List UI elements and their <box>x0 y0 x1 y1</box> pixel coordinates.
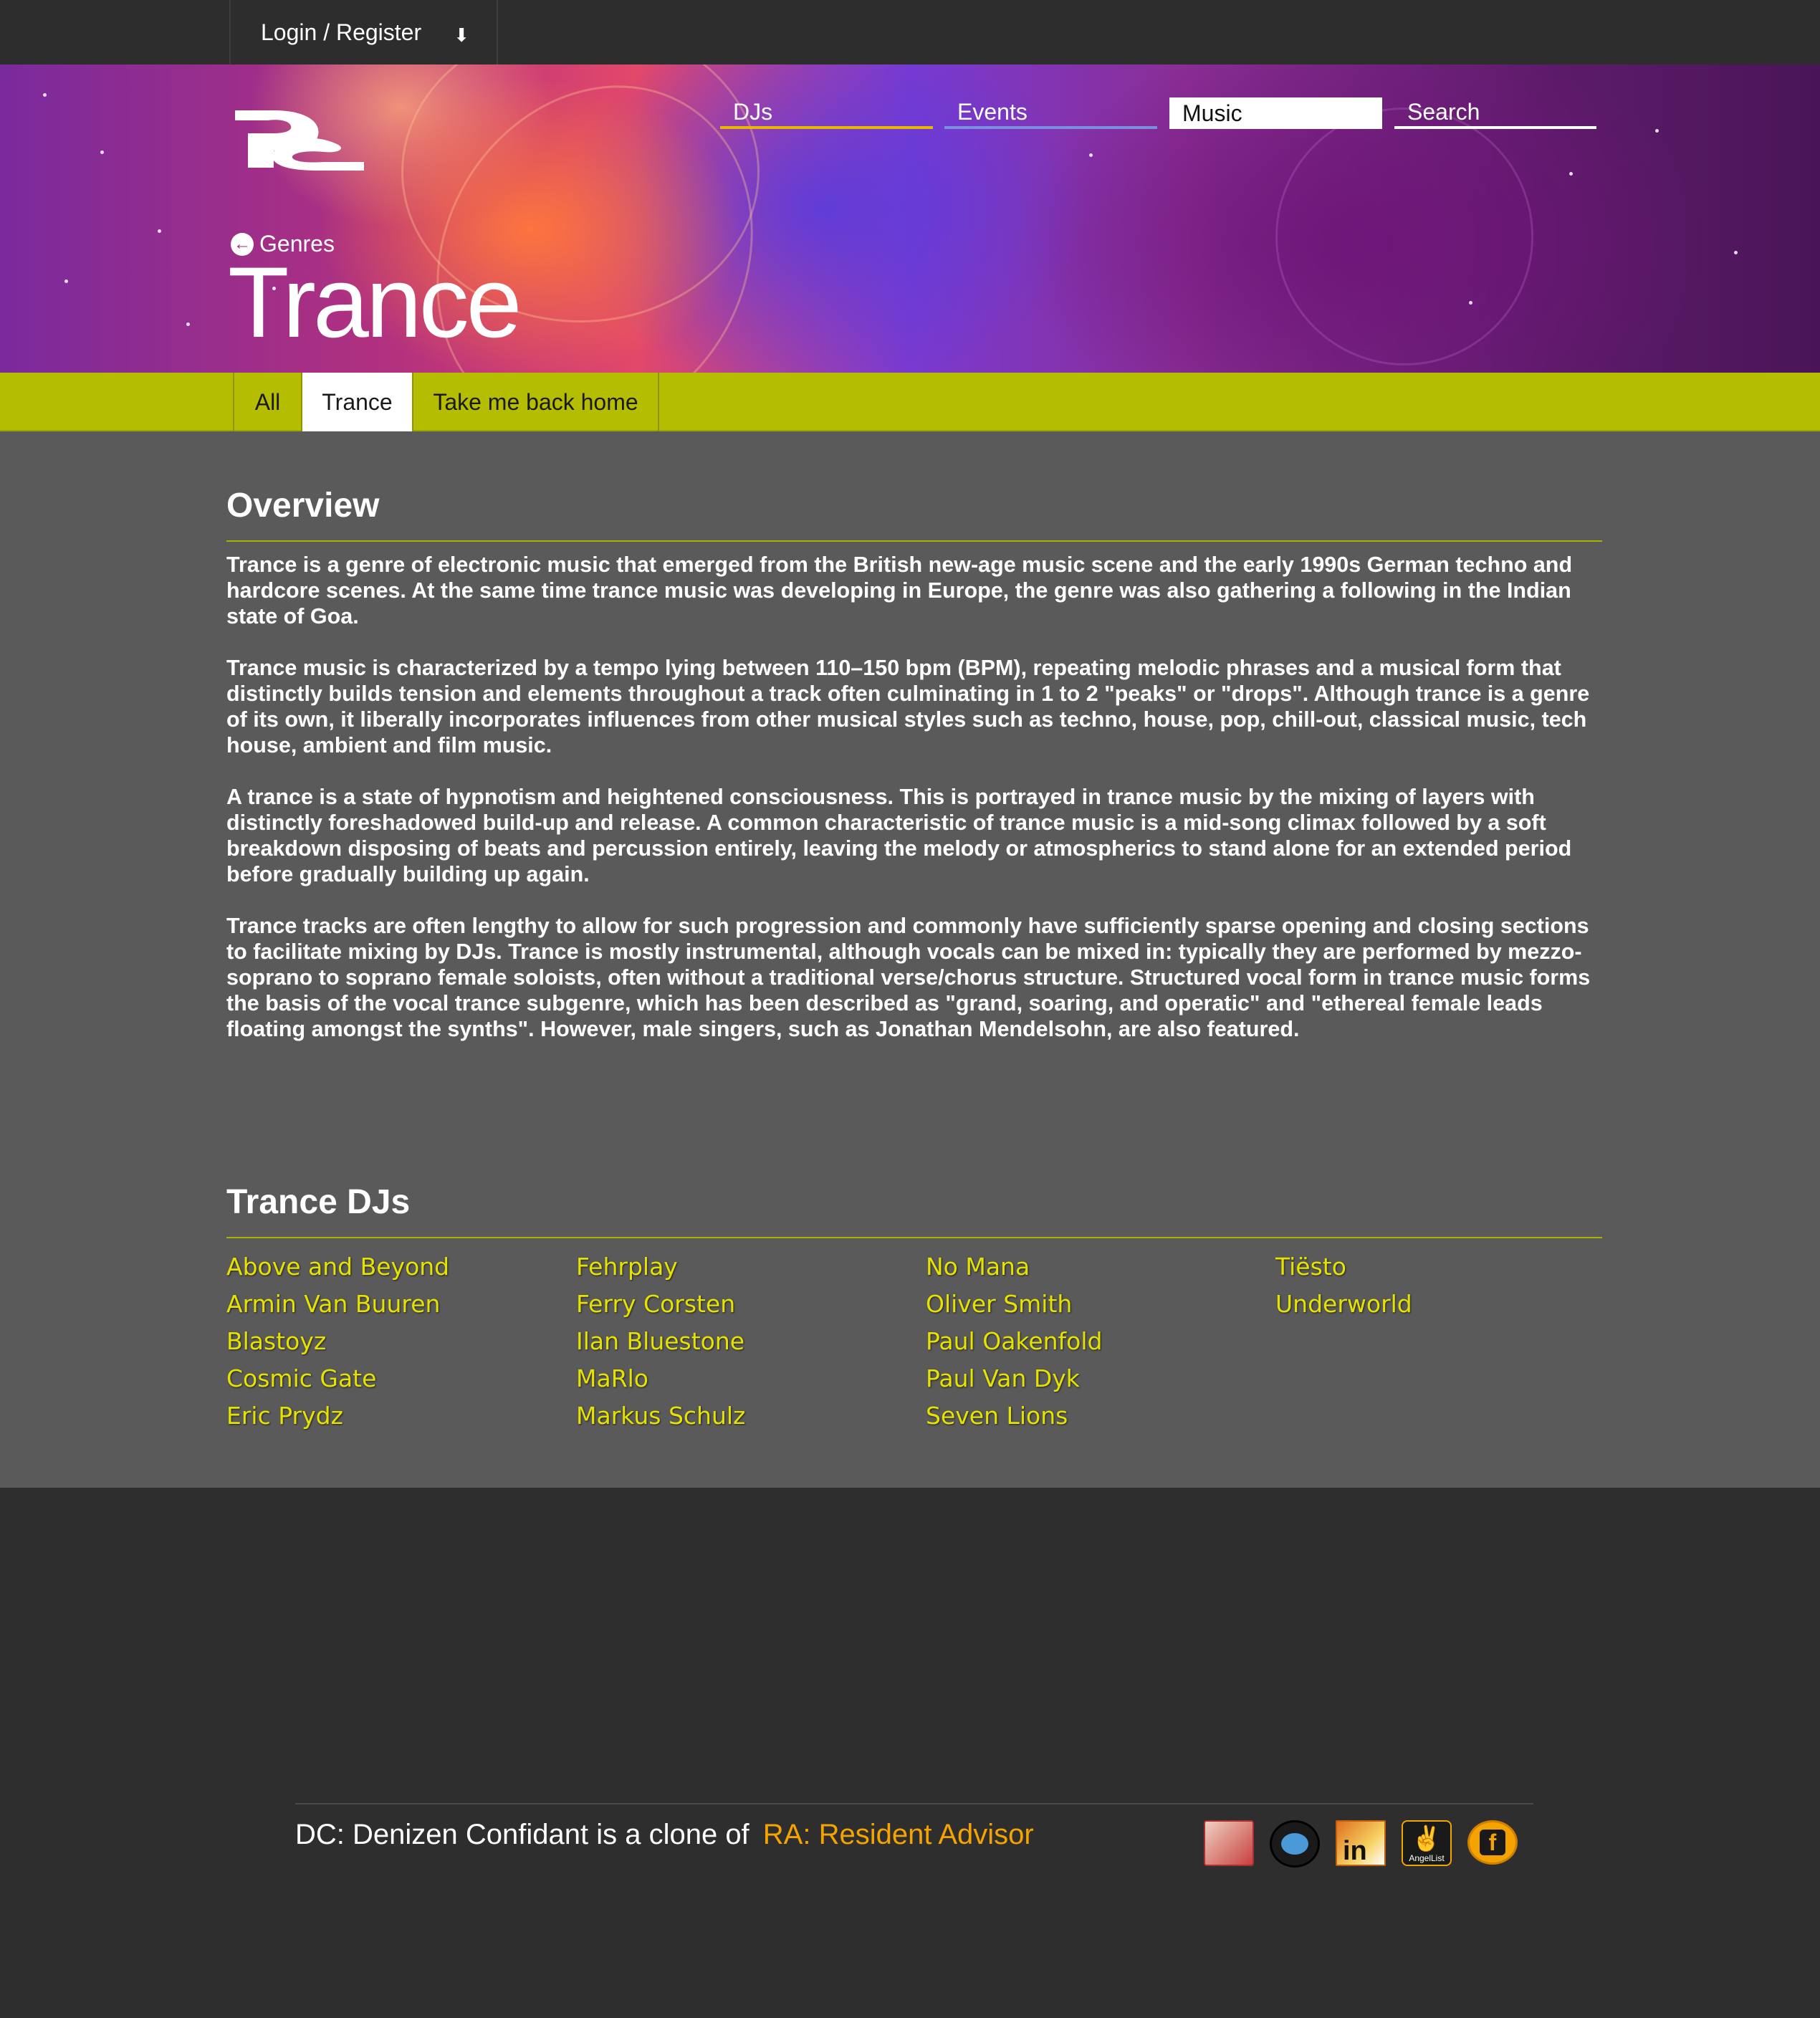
overview-heading: Overview <box>226 487 380 525</box>
dj-link[interactable]: No Mana <box>926 1248 1103 1286</box>
linkedin-icon[interactable]: in <box>1336 1820 1386 1866</box>
dj-link[interactable]: Eric Prydz <box>226 1397 449 1435</box>
dj-link[interactable]: Ilan Bluestone <box>576 1323 745 1360</box>
facebook-icon[interactable]: f <box>1467 1820 1518 1865</box>
dj-column: No Mana Oliver Smith Paul Oakenfold Paul… <box>926 1248 1103 1435</box>
login-register-button[interactable]: Login / Register ⬇ <box>229 0 498 64</box>
overview-text: Trance is a genre of electronic music th… <box>226 552 1602 1068</box>
dj-link[interactable]: Markus Schulz <box>576 1397 745 1435</box>
dj-link[interactable]: Paul Van Dyk <box>926 1360 1103 1397</box>
nav-search[interactable]: Search <box>1394 97 1596 129</box>
dj-link[interactable]: Blastoyz <box>226 1323 449 1360</box>
nav-djs[interactable]: DJs <box>720 97 933 129</box>
dj-list: Above and Beyond Armin Van Buuren Blasto… <box>226 1248 1624 1442</box>
footer-credit: DC: Denizen Confidant is a clone of RA: … <box>295 1819 1034 1851</box>
login-register-label: Login / Register <box>261 19 422 45</box>
page-title: Trance <box>228 246 522 358</box>
github-icon[interactable] <box>1270 1820 1320 1868</box>
genre-tabs: All Trance Take me back home <box>0 373 1820 431</box>
portfolio-icon[interactable] <box>1204 1820 1254 1866</box>
top-bar: Login / Register ⬇ <box>0 0 1820 64</box>
djs-divider <box>226 1237 1602 1238</box>
dj-link[interactable]: Ferry Corsten <box>576 1286 745 1323</box>
dj-column: Fehrplay Ferry Corsten Ilan Bluestone Ma… <box>576 1248 745 1435</box>
dj-link[interactable]: Above and Beyond <box>226 1248 449 1286</box>
dj-link[interactable]: Tiësto <box>1275 1248 1412 1286</box>
footer-credit-text: DC: Denizen Confidant is a clone of <box>295 1819 749 1850</box>
overview-paragraph: A trance is a state of hypnotism and hei… <box>226 785 1572 886</box>
tab-trance[interactable]: Trance <box>301 373 412 431</box>
nav-events[interactable]: Events <box>944 97 1157 129</box>
hero-banner: DJs Events Music Search ← Genres Trance <box>0 64 1820 373</box>
tab-home[interactable]: Take me back home <box>412 373 659 431</box>
overview-paragraph: Trance tracks are often lengthy to allow… <box>226 914 1591 1041</box>
dj-link[interactable]: Oliver Smith <box>926 1286 1103 1323</box>
dj-link[interactable]: Seven Lions <box>926 1397 1103 1435</box>
djs-heading: Trance DJs <box>226 1183 411 1221</box>
overview-paragraph: Trance music is characterized by a tempo… <box>226 656 1590 757</box>
dj-column: Tiësto Underworld <box>1275 1248 1412 1323</box>
footer: DC: Denizen Confidant is a clone of RA: … <box>0 1488 1820 2018</box>
tab-all[interactable]: All <box>233 373 301 431</box>
resident-advisor-link[interactable]: RA: Resident Advisor <box>763 1819 1034 1850</box>
footer-divider <box>295 1803 1533 1804</box>
dj-column: Above and Beyond Armin Van Buuren Blasto… <box>226 1248 449 1435</box>
overview-paragraph: Trance is a genre of electronic music th… <box>226 553 1573 628</box>
site-logo[interactable] <box>231 105 364 176</box>
dj-link[interactable]: Fehrplay <box>576 1248 745 1286</box>
dj-link[interactable]: Paul Oakenfold <box>926 1323 1103 1360</box>
overview-divider <box>226 540 1602 542</box>
dj-link[interactable]: MaRlo <box>576 1360 745 1397</box>
down-arrow-icon: ⬇ <box>454 24 469 46</box>
nav-music[interactable]: Music <box>1169 97 1382 129</box>
dj-link[interactable]: Underworld <box>1275 1286 1412 1323</box>
dj-link[interactable]: Cosmic Gate <box>226 1360 449 1397</box>
angellist-icon[interactable]: ✌ AngelList <box>1402 1820 1452 1866</box>
dj-link[interactable]: Armin Van Buuren <box>226 1286 449 1323</box>
